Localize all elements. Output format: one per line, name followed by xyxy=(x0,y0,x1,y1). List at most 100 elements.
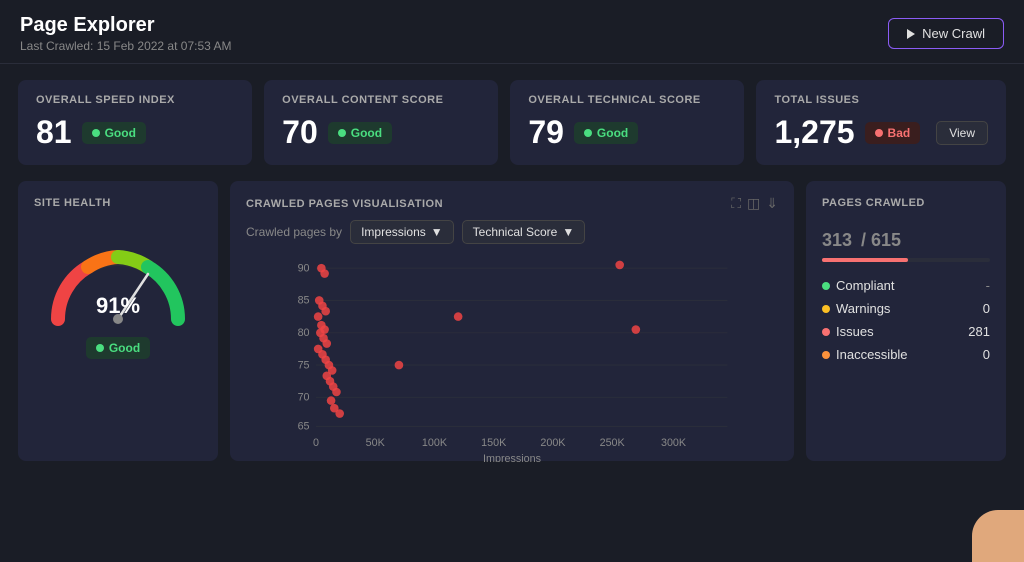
impressions-dropdown[interactable]: Impressions ▼ xyxy=(350,220,454,244)
avatar[interactable] xyxy=(972,510,1024,562)
svg-text:Impressions: Impressions xyxy=(483,453,541,462)
stat-row-warnings: Warnings 0 xyxy=(822,301,990,316)
total-issues-badge: Bad xyxy=(865,122,921,144)
technical-score-value-row: 79 Good xyxy=(528,114,726,151)
technical-score-label: OVERALL TECHNICAL SCORE xyxy=(528,94,726,106)
warnings-dot xyxy=(822,305,830,313)
chart-area: 90 85 80 75 70 65 0 50K 100K xyxy=(246,252,778,462)
site-health-badge: Good xyxy=(86,337,150,359)
technical-score-dropdown-label: Technical Score xyxy=(473,225,558,239)
stat-row-inaccessible: Inaccessible 0 xyxy=(822,347,990,362)
svg-text:100K: 100K xyxy=(422,437,448,449)
issues-value: 281 xyxy=(968,324,990,339)
speed-index-label: OVERALL SPEED INDEX xyxy=(36,94,234,106)
last-crawled-subtitle: Last Crawled: 15 Feb 2022 at 07:53 AM xyxy=(20,39,231,53)
svg-text:85: 85 xyxy=(298,295,310,307)
pages-crawled-value: 313 / 615 xyxy=(822,217,990,254)
page-title: Page Explorer xyxy=(20,14,231,37)
stat-row-warnings-left: Warnings xyxy=(822,301,890,316)
total-issues-value: 1,275 xyxy=(774,114,854,151)
pages-crawled-card: PAGES CRAWLED 313 / 615 Compliant - Warn xyxy=(806,181,1006,461)
download-icon[interactable]: ⇓ xyxy=(766,195,778,212)
issues-label: Issues xyxy=(836,324,874,339)
visualisation-card: CRAWLED PAGES VISUALISATION ⛶ ◫ ⇓ Crawle… xyxy=(230,181,794,461)
header-left: Page Explorer Last Crawled: 15 Feb 2022 … xyxy=(20,14,231,53)
header: Page Explorer Last Crawled: 15 Feb 2022 … xyxy=(0,0,1024,64)
impressions-chevron-icon: ▼ xyxy=(431,225,443,239)
compliant-label: Compliant xyxy=(836,278,895,293)
svg-text:90: 90 xyxy=(298,262,310,274)
metrics-row: OVERALL SPEED INDEX 81 Good OVERALL CONT… xyxy=(18,80,1006,165)
gauge-percentage: 91% xyxy=(96,293,140,319)
progress-bar-container xyxy=(822,258,990,262)
speed-index-card: OVERALL SPEED INDEX 81 Good xyxy=(18,80,252,165)
technical-score-badge: Good xyxy=(574,122,638,144)
fullscreen-icon[interactable]: ⛶ xyxy=(731,195,741,212)
vis-title: CRAWLED PAGES VISUALISATION xyxy=(246,198,443,210)
content-score-badge: Good xyxy=(328,122,392,144)
compliant-dot xyxy=(822,282,830,290)
content-score-label: OVERALL CONTENT SCORE xyxy=(282,94,480,106)
speed-index-value-row: 81 Good xyxy=(36,114,234,151)
vis-controls: Crawled pages by Impressions ▼ Technical… xyxy=(246,220,778,244)
site-health-label: SITE HEALTH xyxy=(34,197,111,209)
speed-index-value: 81 xyxy=(36,114,72,151)
inaccessible-label: Inaccessible xyxy=(836,347,908,362)
site-health-dot xyxy=(96,344,104,352)
site-health-card: SITE HEALTH 91% xyxy=(18,181,218,461)
pages-crawled-number: 313 xyxy=(822,230,852,250)
main-content: OVERALL SPEED INDEX 81 Good OVERALL CONT… xyxy=(0,64,1024,477)
svg-text:200K: 200K xyxy=(540,437,566,449)
svg-text:50K: 50K xyxy=(366,437,386,449)
svg-text:80: 80 xyxy=(298,327,310,339)
technical-score-value: 79 xyxy=(528,114,564,151)
svg-text:70: 70 xyxy=(298,392,310,404)
scatter-chart: 90 85 80 75 70 65 0 50K 100K xyxy=(246,252,778,462)
grid-icon[interactable]: ◫ xyxy=(747,195,760,212)
gauge-container: 91% xyxy=(43,229,193,329)
technical-score-card: OVERALL TECHNICAL SCORE 79 Good xyxy=(510,80,744,165)
technical-score-chevron-icon: ▼ xyxy=(562,225,574,239)
play-icon xyxy=(907,29,915,39)
total-issues-label: TOTAL ISSUES xyxy=(774,94,988,106)
technical-score-dot xyxy=(584,129,592,137)
total-issues-card: TOTAL ISSUES 1,275 Bad View xyxy=(756,80,1006,165)
issues-dot xyxy=(822,328,830,336)
stat-row-issues-left: Issues xyxy=(822,324,874,339)
svg-text:0: 0 xyxy=(313,437,319,449)
progress-bar xyxy=(822,258,908,262)
warnings-value: 0 xyxy=(983,301,990,316)
vis-icons: ⛶ ◫ ⇓ xyxy=(731,195,778,212)
bottom-row: SITE HEALTH 91% xyxy=(18,181,1006,461)
site-health-badge-label: Good xyxy=(109,341,140,355)
content-score-badge-label: Good xyxy=(351,126,382,140)
speed-index-dot xyxy=(92,129,100,137)
speed-index-badge: Good xyxy=(82,122,146,144)
inaccessible-dot xyxy=(822,351,830,359)
speed-index-badge-label: Good xyxy=(105,126,136,140)
svg-text:300K: 300K xyxy=(661,437,687,449)
svg-text:150K: 150K xyxy=(481,437,507,449)
total-issues-value-row: 1,275 Bad View xyxy=(774,114,988,151)
content-score-dot xyxy=(338,129,346,137)
inaccessible-value: 0 xyxy=(983,347,990,362)
compliant-value: - xyxy=(986,278,990,293)
pages-crawled-label: PAGES CRAWLED xyxy=(822,197,990,209)
svg-text:65: 65 xyxy=(298,421,310,433)
svg-text:75: 75 xyxy=(298,359,310,371)
svg-text:250K: 250K xyxy=(600,437,626,449)
new-crawl-button[interactable]: New Crawl xyxy=(888,18,1004,49)
view-issues-button[interactable]: View xyxy=(936,121,988,145)
crawled-pages-by-label: Crawled pages by xyxy=(246,225,342,239)
total-issues-badge-label: Bad xyxy=(888,126,911,140)
impressions-label: Impressions xyxy=(361,225,426,239)
technical-score-dropdown[interactable]: Technical Score ▼ xyxy=(462,220,586,244)
technical-score-badge-label: Good xyxy=(597,126,628,140)
new-crawl-label: New Crawl xyxy=(922,26,985,41)
pages-crawled-total: / 615 xyxy=(861,230,901,250)
stat-row-compliant-left: Compliant xyxy=(822,278,895,293)
content-score-value: 70 xyxy=(282,114,318,151)
stat-row-issues: Issues 281 xyxy=(822,324,990,339)
content-score-value-row: 70 Good xyxy=(282,114,480,151)
stat-row-compliant: Compliant - xyxy=(822,278,990,293)
